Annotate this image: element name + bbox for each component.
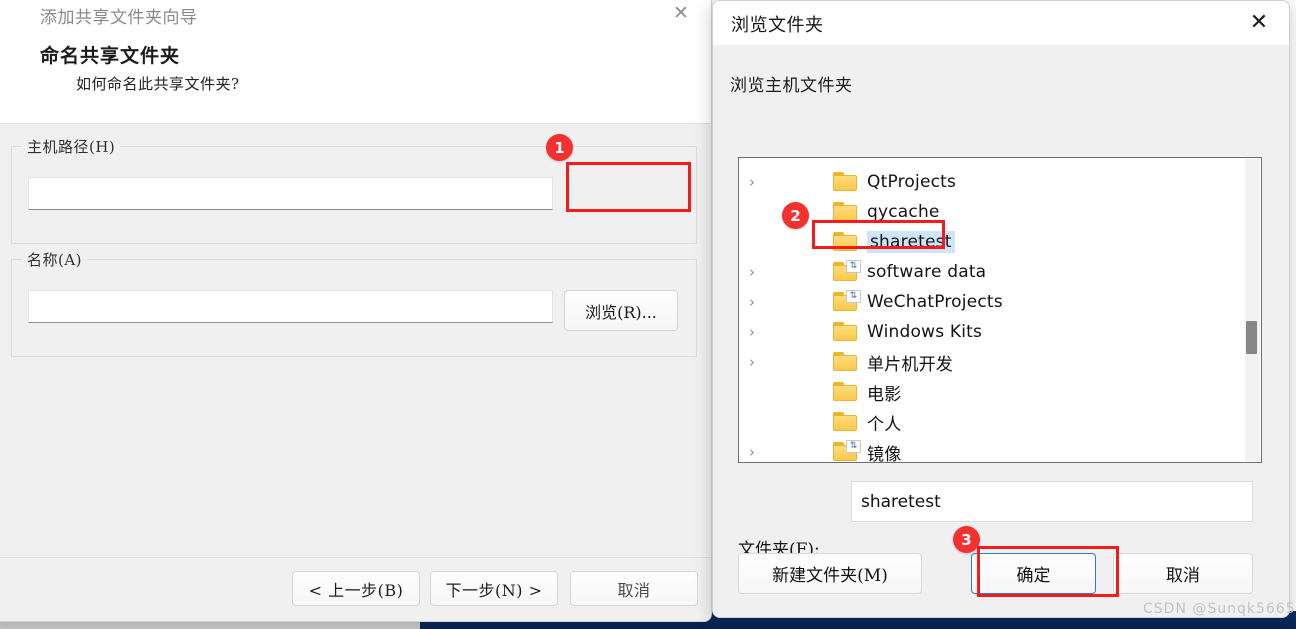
tree-item-镜像[interactable]: › ⇅ 镜像 [739,437,1231,463]
chevron-right-icon[interactable]: › [739,353,765,371]
tree-item-Windows Kits[interactable]: › Windows Kits [739,317,1231,347]
ok-button[interactable]: 确定 [971,553,1096,594]
browse-dialog-title: 浏览文件夹 [731,15,824,36]
sync-overlay-icon: ⇅ [846,260,861,273]
tree-item-software data[interactable]: › ⇅ software data [739,257,1231,287]
browse-button[interactable]: 浏览(R)... [564,290,678,331]
wizard-footer: < 上一步(B) 下一步(N) > 取消 [0,557,711,621]
tree-item-电影[interactable]: 电影 [739,377,1231,407]
folder-icon [833,322,859,342]
folder-sync-icon: ⇅ [833,290,861,312]
folder-icon [833,172,859,192]
close-icon[interactable]: ✕ [1237,6,1281,40]
tree-item-单片机开发[interactable]: › 单片机开发 [739,347,1231,377]
cancel-button[interactable]: 取消 [570,571,698,606]
next-step-button[interactable]: 下一步(N) > [430,571,558,606]
wizard-header: 添加共享文件夹向导 ✕ 命名共享文件夹 如何命名此共享文件夹? [0,0,711,124]
tree-item-label: 个人 [867,414,902,435]
tree-item-label: 镜像 [867,444,902,463]
folder-name-input[interactable]: sharetest [851,481,1253,522]
tree-item-label: sharetest [867,231,955,253]
tree-item-sharetest[interactable]: sharetest [739,227,1231,257]
close-icon[interactable]: ✕ [661,0,701,29]
wizard-title: 添加共享文件夹向导 [40,8,198,28]
tree-item-qycache[interactable]: qycache [739,197,1231,227]
browse-titlebar[interactable]: 浏览文件夹 ✕ [713,1,1289,45]
tree-item-WeChatProjects[interactable]: › ⇅ WeChatProjects [739,287,1231,317]
browse-folder-dialog: 浏览文件夹 ✕ 浏览主机文件夹 › QtProjects qycache sharet… [712,0,1290,618]
chevron-right-icon[interactable]: › [739,443,765,461]
tree-item-个人[interactable]: 个人 [739,407,1231,437]
folder-icon [833,412,859,432]
new-folder-button[interactable]: 新建文件夹(M) [738,553,922,594]
wizard-titlebar[interactable]: 添加共享文件夹向导 ✕ [0,0,711,35]
host-path-groupbox: 主机路径(H) [11,136,697,244]
add-shared-folder-wizard-dialog: 添加共享文件夹向导 ✕ 命名共享文件夹 如何命名此共享文件夹? 主机路径(H) … [0,0,712,622]
host-path-group-label: 主机路径(H) [22,136,121,157]
tree-item-label: qycache [867,202,940,222]
tree-item-label: QtProjects [867,172,957,192]
sync-overlay-icon: ⇅ [846,440,861,453]
folder-icon [833,202,859,222]
tree-item-label: 单片机开发 [867,354,953,375]
host-path-input[interactable] [28,177,553,210]
folder-sync-icon: ⇅ [833,260,861,282]
name-input[interactable] [28,290,553,323]
tree-item-label: WeChatProjects [867,292,1003,312]
name-group-label: 名称(A) [22,249,88,270]
previous-step-button[interactable]: < 上一步(B) [292,571,420,606]
chevron-right-icon[interactable]: › [739,293,765,311]
tree-item-QtProjects[interactable]: › QtProjects [739,167,1231,197]
tree-item-label: 电影 [867,384,902,405]
chevron-right-icon[interactable]: › [739,263,765,281]
folder-icon [833,232,859,252]
chevron-right-icon[interactable]: › [739,323,765,341]
folder-icon [833,382,859,402]
folder-tree[interactable]: › QtProjects qycache sharetest › ⇅ software da… [738,157,1262,463]
tree-scrollbar-thumb[interactable] [1246,321,1257,354]
chevron-right-icon[interactable]: › [739,173,765,191]
tree-scrollbar-track[interactable] [1245,159,1260,461]
tree-item-label: software data [867,262,987,282]
wizard-heading: 命名共享文件夹 [40,45,181,67]
wizard-body: 主机路径(H) 名称(A) 浏览(R)... [0,124,711,558]
folder-icon [833,352,859,372]
wizard-subheading: 如何命名此共享文件夹? [76,75,240,93]
cancel-button[interactable]: 取消 [1113,553,1253,594]
tree-item-label: Windows Kits [867,322,983,342]
folder-sync-icon: ⇅ [833,440,861,462]
sync-overlay-icon: ⇅ [846,290,861,303]
browse-dialog-body: 浏览主机文件夹 › QtProjects qycache sharetest › ⇅ sof… [713,45,1289,617]
browse-prompt-text: 浏览主机文件夹 [730,76,853,96]
